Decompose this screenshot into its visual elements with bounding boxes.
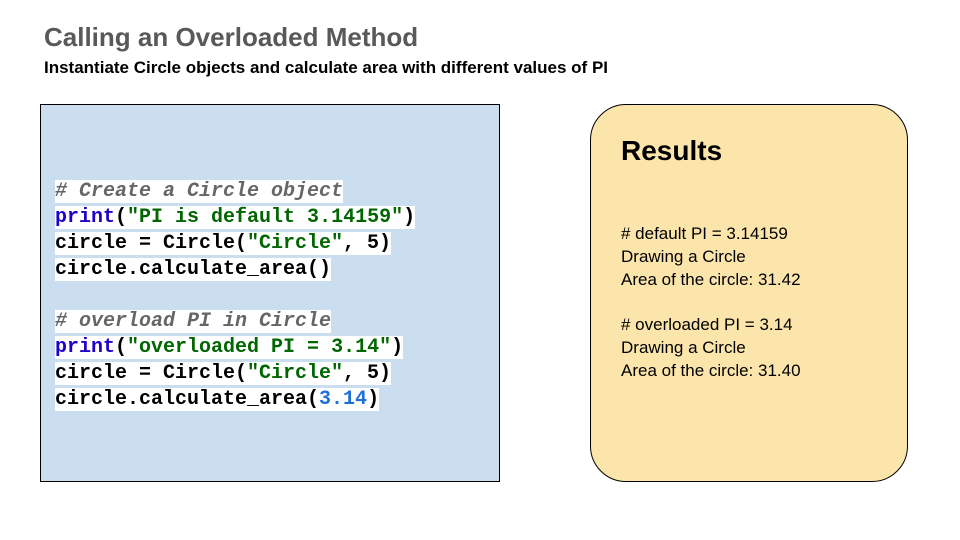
code-token: "Circle" [247, 362, 343, 385]
code-token: circle.calculate_area() [55, 258, 331, 281]
results-line: Drawing a Circle [621, 337, 877, 360]
code-line: circle.calculate_area(3.14) [55, 387, 485, 413]
code-token: circle = Circle( [55, 362, 247, 385]
code-token: 3.14 [319, 388, 367, 411]
code-line: circle = Circle("Circle", 5) [55, 231, 485, 257]
code-token: "overloaded PI = 3.14" [127, 336, 391, 359]
code-line: circle = Circle("Circle", 5) [55, 361, 485, 387]
code-line: circle.calculate_area() [55, 257, 485, 283]
results-panel: Results # default PI = 3.14159Drawing a … [590, 104, 908, 482]
code-token: ( [115, 206, 127, 229]
results-listing: # default PI = 3.14159Drawing a CircleAr… [621, 223, 877, 383]
results-line: # default PI = 3.14159 [621, 223, 877, 246]
results-line: Area of the circle: 31.40 [621, 360, 877, 383]
code-token: "Circle" [247, 232, 343, 255]
code-line: print("PI is default 3.14159") [55, 205, 485, 231]
code-line: print("overloaded PI = 3.14") [55, 335, 485, 361]
results-line: # overloaded PI = 3.14 [621, 314, 877, 337]
code-token: print [55, 206, 115, 229]
code-blank-line [55, 283, 485, 309]
code-token: # overload PI in Circle [55, 310, 331, 333]
code-token: circle.calculate_area( [55, 388, 319, 411]
code-line: # Create a Circle object [55, 179, 485, 205]
code-token: circle = Circle( [55, 232, 247, 255]
code-token: ( [115, 336, 127, 359]
code-token: print [55, 336, 115, 359]
code-token: , 5) [343, 232, 391, 255]
code-panel: # Create a Circle objectprint("PI is def… [40, 104, 500, 482]
code-token: # Create a Circle object [55, 180, 343, 203]
code-line: # overload PI in Circle [55, 309, 485, 335]
code-token: ) [391, 336, 403, 359]
results-line: Drawing a Circle [621, 246, 877, 269]
code-token: , 5) [343, 362, 391, 385]
page-subtitle: Instantiate Circle objects and calculate… [44, 58, 608, 78]
page-title: Calling an Overloaded Method [44, 22, 418, 53]
code-listing: # Create a Circle objectprint("PI is def… [55, 179, 485, 413]
code-token: ) [403, 206, 415, 229]
code-token: ) [367, 388, 379, 411]
results-title: Results [621, 135, 877, 167]
code-token: "PI is default 3.14159" [127, 206, 403, 229]
results-blank-line [621, 292, 877, 314]
results-line: Area of the circle: 31.42 [621, 269, 877, 292]
